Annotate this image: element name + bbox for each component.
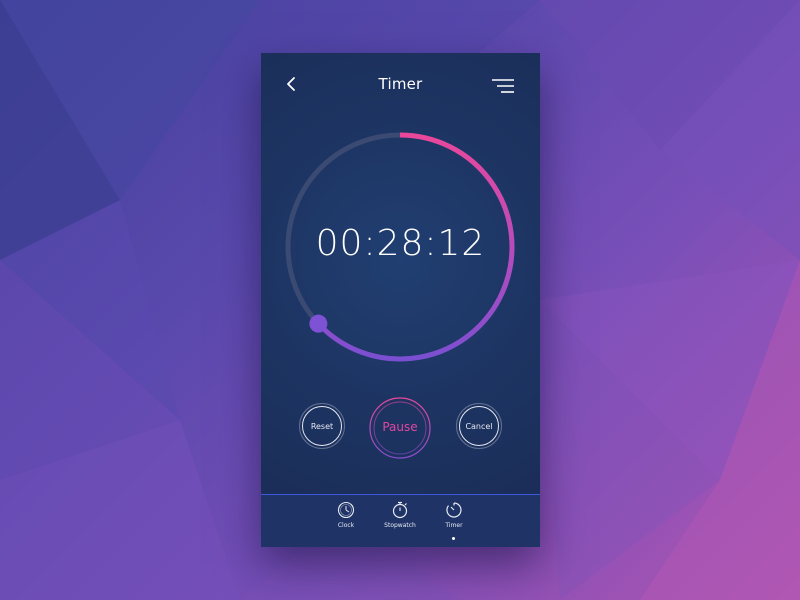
stopwatch-icon <box>392 501 408 519</box>
tab-clock[interactable]: Clock <box>321 501 371 529</box>
timer-app-screen: Timer 00:28:12 Reset Pause Cancel Clock … <box>261 53 540 547</box>
bottom-tab-bar: Clock Stopwatch Timer <box>261 494 540 547</box>
top-bar: Timer <box>261 53 540 117</box>
menu-icon <box>492 79 514 93</box>
pause-button[interactable]: Pause <box>368 396 432 460</box>
reset-button[interactable]: Reset <box>299 403 345 449</box>
tab-clock-label: Clock <box>337 522 355 529</box>
clock-icon <box>337 501 355 519</box>
tab-timer-label: Timer <box>445 522 463 529</box>
pause-button-label: Pause <box>382 420 418 434</box>
cancel-button-label: Cancel <box>465 421 493 431</box>
timer-progress-handle[interactable] <box>309 314 328 333</box>
timer-display: 00:28:12 <box>315 223 486 264</box>
cancel-button[interactable]: Cancel <box>456 403 502 449</box>
tab-stopwatch[interactable]: Stopwatch <box>375 501 425 529</box>
timer-icon <box>446 502 462 518</box>
menu-button[interactable] <box>492 78 514 94</box>
tab-stopwatch-label: Stopwatch <box>384 522 416 529</box>
reset-button-label: Reset <box>310 421 334 431</box>
active-tab-indicator <box>452 537 455 540</box>
tab-timer[interactable]: Timer <box>429 501 479 540</box>
